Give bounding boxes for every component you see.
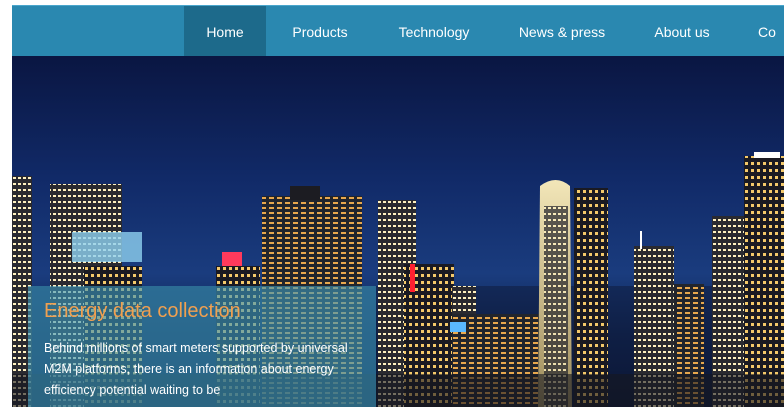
nav-item-technology[interactable]: Technology: [384, 6, 484, 56]
nav-item-news-press[interactable]: News & press: [504, 6, 620, 56]
nav-item-products[interactable]: Products: [270, 6, 370, 56]
hero-title: Energy data collection: [44, 300, 241, 322]
hero-caption: Energy data collection Behind millions o…: [28, 286, 376, 407]
hero-banner: Energy data collection Behind millions o…: [12, 56, 784, 407]
hero-text: Behind millions of smart meters supporte…: [44, 341, 348, 397]
nav-item-about-us[interactable]: About us: [638, 6, 726, 56]
page: Home Products Technology News & press Ab…: [0, 0, 784, 407]
main-navigation: Home Products Technology News & press Ab…: [12, 5, 784, 56]
nav-item-contact[interactable]: Co: [758, 6, 784, 56]
nav-item-home[interactable]: Home: [184, 6, 266, 56]
